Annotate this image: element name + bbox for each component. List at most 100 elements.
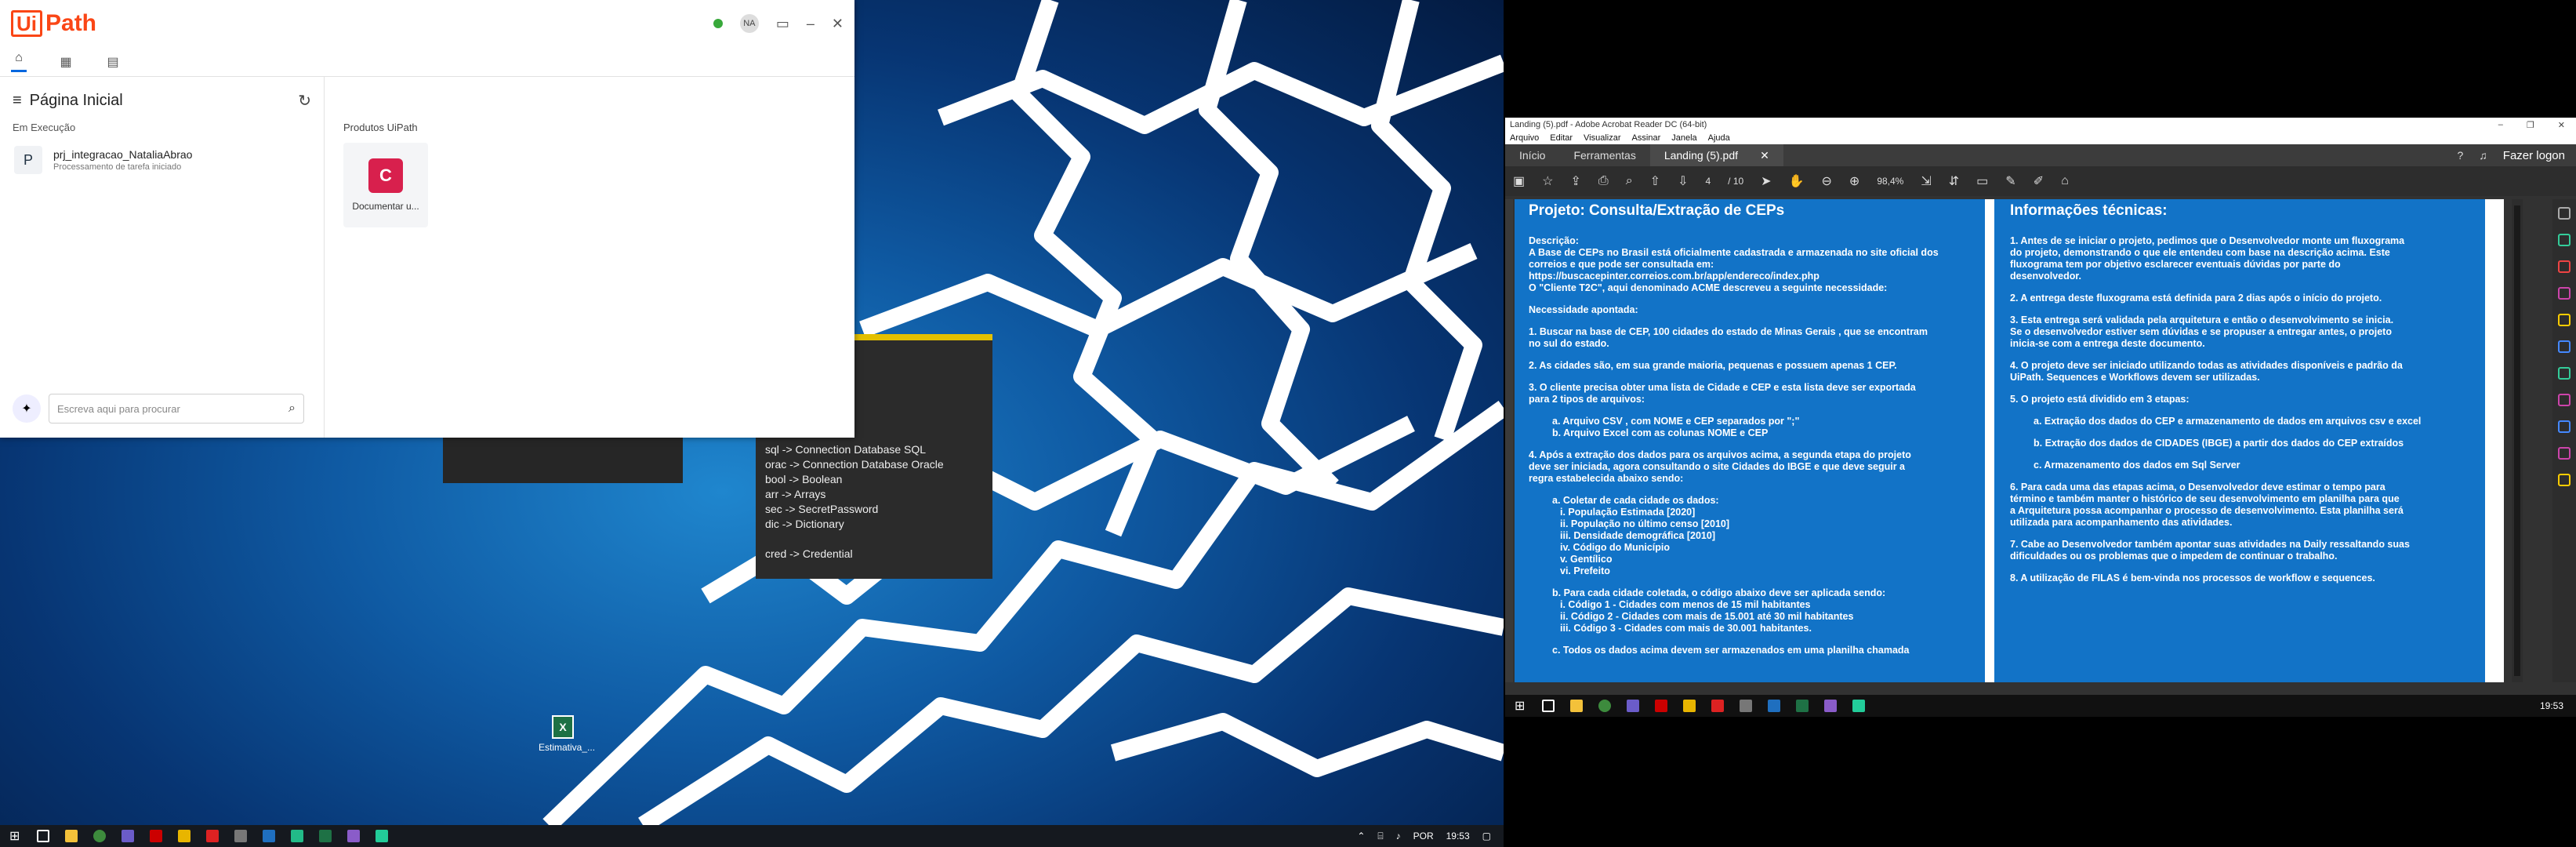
search-icon[interactable] — [1542, 700, 1555, 712]
print-icon[interactable]: ⎙ — [1598, 174, 1609, 188]
comment-icon[interactable]: ▭ — [1976, 173, 1988, 189]
tray-clock[interactable]: 19:53 — [1446, 831, 1470, 842]
notes-icon[interactable] — [1683, 700, 1696, 712]
tab-home[interactable]: Início — [1505, 144, 1559, 166]
home-tab-icon[interactable]: ⌂ — [11, 51, 27, 72]
studio-icon[interactable] — [263, 830, 276, 842]
combine-icon[interactable] — [2558, 340, 2571, 353]
product-card[interactable]: C Documentar u... — [343, 143, 428, 227]
menu-assinar[interactable]: Assinar — [1632, 133, 1661, 143]
tag-icon[interactable]: ⌂ — [2061, 174, 2069, 188]
tray-clock[interactable]: 19:53 — [2540, 700, 2563, 711]
menu-visualizar[interactable]: Visualizar — [1584, 133, 1621, 143]
pdf-scrollbar[interactable] — [2512, 199, 2523, 682]
page-up-icon[interactable]: ⇧ — [1650, 173, 1660, 189]
popup-item[interactable]: sql -> Connection Database SQL — [765, 442, 992, 457]
volume-icon[interactable]: ♪ — [1396, 831, 1401, 842]
app-icon[interactable] — [291, 830, 304, 842]
search-input[interactable]: Escreva aqui para procurar ⌕ — [49, 394, 304, 424]
layout-icon[interactable]: ▭ — [776, 16, 789, 32]
zoom-in-icon[interactable]: ⊕ — [1849, 173, 1859, 189]
menu-arquivo[interactable]: Arquivo — [1510, 133, 1539, 143]
fill-sign-icon[interactable] — [2558, 394, 2571, 406]
zoom-out-icon[interactable]: ⊖ — [1822, 173, 1832, 189]
avatar[interactable]: NA — [739, 14, 759, 33]
create-pdf-icon[interactable] — [2558, 260, 2571, 273]
popup-item[interactable]: orac -> Connection Database Oracle — [765, 457, 992, 472]
close-icon[interactable]: ✕ — [2558, 120, 2565, 130]
notes-icon[interactable] — [178, 830, 191, 842]
app-icon[interactable] — [1852, 700, 1866, 712]
store-tab-icon[interactable]: ▤ — [105, 54, 121, 70]
notification-icon[interactable]: ▢ — [1482, 831, 1491, 842]
studio-icon[interactable] — [1768, 700, 1781, 712]
fit-page-icon[interactable]: ⇲ — [1921, 173, 1931, 189]
refresh-icon[interactable]: ↻ — [298, 91, 311, 111]
desktop-file-icon[interactable]: X Estimativa_... — [539, 715, 595, 753]
popup-item[interactable]: sec -> SecretPassword — [765, 502, 992, 517]
scroll-thumb[interactable] — [2514, 205, 2520, 676]
page-down-icon[interactable]: ⇩ — [1678, 173, 1688, 189]
menu-icon[interactable]: ≡ — [13, 92, 22, 110]
zoom-search-icon[interactable]: ⌕ — [1626, 174, 1633, 188]
app-icon[interactable] — [1711, 700, 1725, 712]
save-icon[interactable]: ▣ — [1513, 173, 1525, 189]
organize-icon[interactable] — [2558, 367, 2571, 380]
edit-pdf-icon[interactable] — [2558, 287, 2571, 300]
app-icon[interactable] — [234, 830, 248, 842]
popup-item[interactable]: dic -> Dictionary — [765, 517, 992, 532]
windows-start-icon[interactable]: ⊞ — [9, 828, 20, 844]
search-icon[interactable] — [2558, 207, 2571, 220]
minimize-icon[interactable]: – — [2498, 120, 2503, 130]
login-button[interactable]: Fazer logon — [2503, 149, 2565, 162]
scroll-mode-icon[interactable]: ⇵ — [1949, 173, 1959, 189]
popup-item[interactable]: bool -> Boolean — [765, 472, 992, 487]
assistant-bot-icon[interactable]: ✦ — [13, 394, 41, 423]
running-process-item[interactable]: P prj_integracao_NataliaAbrao Processame… — [0, 133, 324, 174]
menu-ajuda[interactable]: Ajuda — [1708, 133, 1730, 143]
app-icon[interactable] — [206, 830, 220, 842]
upload-icon[interactable]: ⇪ — [1570, 173, 1580, 189]
app-icon[interactable] — [376, 830, 389, 842]
highlight-icon[interactable]: ✎ — [2005, 173, 2015, 189]
tab-document[interactable]: Landing (5).pdf ✕ — [1649, 144, 1783, 166]
maximize-icon[interactable]: ❐ — [2527, 120, 2534, 130]
navigation-panel-handle[interactable] — [1505, 199, 1513, 682]
assistant-icon[interactable] — [347, 830, 361, 842]
cursor-icon[interactable]: ➤ — [1761, 173, 1771, 189]
menu-janela[interactable]: Janela — [1671, 133, 1696, 143]
popup-item[interactable]: cred -> Credential — [765, 547, 992, 562]
network-icon[interactable]: ⌸ — [1377, 831, 1383, 842]
hand-icon[interactable]: ✋ — [1789, 173, 1805, 189]
tray-lang[interactable]: POR — [1413, 831, 1434, 842]
assistant-icon[interactable] — [1824, 700, 1838, 712]
star-icon[interactable]: ☆ — [1542, 173, 1553, 189]
draw-icon[interactable]: ✐ — [2034, 173, 2044, 189]
menu-editar[interactable]: Editar — [1550, 133, 1573, 143]
calendar-tab-icon[interactable]: ▦ — [58, 54, 74, 70]
tab-tools[interactable]: Ferramentas — [1559, 144, 1649, 166]
search-icon[interactable]: ⌕ — [288, 402, 296, 416]
search-icon[interactable] — [37, 830, 50, 842]
close-tab-icon[interactable]: ✕ — [1760, 149, 1769, 162]
comment-icon[interactable] — [2558, 314, 2571, 326]
windows-start-icon[interactable]: ⊞ — [1515, 698, 1525, 714]
excel-icon[interactable] — [1796, 700, 1809, 712]
acrobat-icon[interactable] — [1655, 700, 1668, 712]
more-tools-icon[interactable] — [2558, 474, 2571, 486]
help-icon[interactable]: ? — [2457, 149, 2463, 162]
close-icon[interactable]: ✕ — [832, 16, 844, 32]
page-number-input[interactable]: 4 — [1705, 176, 1711, 187]
app-icon[interactable] — [122, 830, 135, 842]
zoom-level[interactable]: 98,4% — [1877, 176, 1903, 187]
tray-chevron-icon[interactable]: ⌃ — [1357, 831, 1365, 842]
minimize-icon[interactable]: – — [807, 16, 815, 32]
export-pdf-icon[interactable] — [2558, 234, 2571, 246]
bell-icon[interactable]: ♫ — [2479, 149, 2487, 162]
file-explorer-icon[interactable] — [65, 830, 78, 842]
sign-icon[interactable] — [2558, 447, 2571, 460]
file-explorer-icon[interactable] — [1570, 700, 1584, 712]
chrome-icon[interactable] — [1598, 700, 1612, 712]
app-icon[interactable] — [1740, 700, 1753, 712]
protect-icon[interactable] — [2558, 420, 2571, 433]
